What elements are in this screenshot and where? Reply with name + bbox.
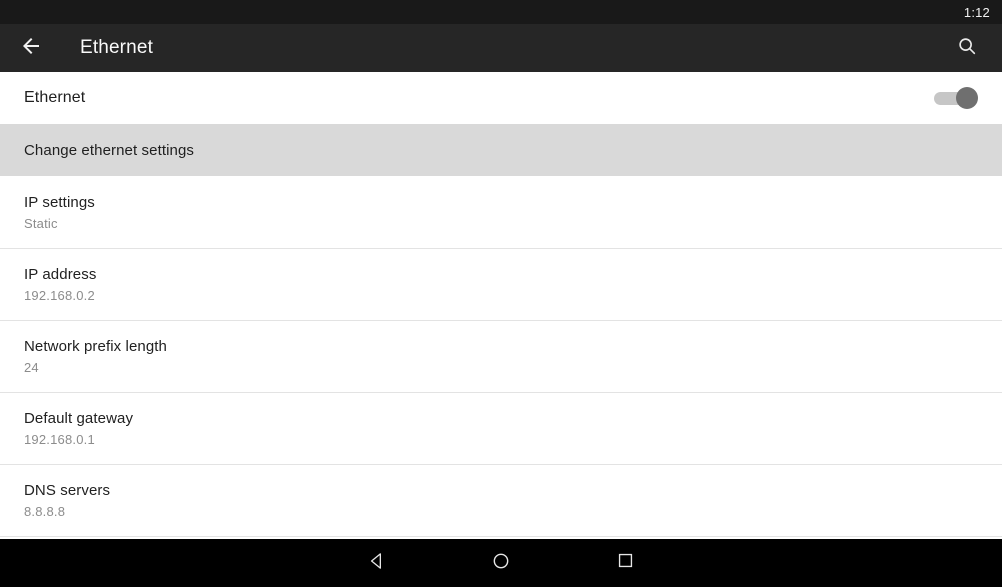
preference-summary: 8.8.8.8 — [24, 503, 66, 519]
ethernet-switch[interactable] — [932, 87, 978, 109]
status-bar-clock: 1:12 — [963, 4, 990, 20]
status-bar: 1:12 — [0, 0, 1002, 24]
section-header-change-ethernet-settings[interactable]: Change ethernet settings — [0, 124, 1002, 176]
section-header-label: Change ethernet settings — [24, 141, 195, 159]
preference-row-ip-address[interactable]: IP address 192.168.0.2 — [0, 248, 1002, 320]
preference-row-network-prefix-length[interactable]: Network prefix length 24 — [0, 320, 1002, 392]
search-button[interactable] — [936, 24, 998, 72]
nav-home-icon — [491, 551, 511, 576]
preference-title: IP address — [24, 265, 97, 283]
back-button[interactable] — [0, 24, 62, 72]
nav-back-icon — [367, 551, 387, 576]
list-bottom-divider — [0, 536, 1002, 537]
system-navigation-bar — [0, 539, 1002, 587]
preference-title: IP settings — [24, 193, 95, 211]
ethernet-toggle-row[interactable]: Ethernet — [0, 72, 1002, 124]
settings-list: Ethernet Change ethernet settings IP set… — [0, 72, 1002, 539]
preference-summary: 192.168.0.1 — [24, 431, 95, 447]
arrow-back-icon — [19, 34, 43, 63]
preference-row-dns-servers[interactable]: DNS servers 8.8.8.8 — [0, 464, 1002, 536]
preference-title: Default gateway — [24, 409, 134, 427]
nav-recents-icon — [616, 551, 635, 575]
nav-home-button[interactable] — [439, 539, 563, 587]
nav-recents-button[interactable] — [563, 539, 687, 587]
ethernet-toggle-label: Ethernet — [24, 89, 86, 106]
app-toolbar: Ethernet — [0, 24, 1002, 72]
preference-title: DNS servers — [24, 481, 111, 499]
preference-title: Network prefix length — [24, 337, 167, 355]
switch-thumb[interactable] — [956, 87, 978, 109]
preference-row-ip-settings[interactable]: IP settings Static — [0, 176, 1002, 248]
preference-summary: 24 — [24, 359, 39, 375]
nav-back-button[interactable] — [315, 539, 439, 587]
preference-summary: Static — [24, 215, 58, 231]
search-icon — [956, 35, 978, 62]
page-title: Ethernet — [80, 37, 154, 58]
preference-row-default-gateway[interactable]: Default gateway 192.168.0.1 — [0, 392, 1002, 464]
android-settings-screen: 1:12 Ethernet Ethernet Change ethernet s… — [0, 0, 1002, 587]
preference-summary: 192.168.0.2 — [24, 287, 95, 303]
